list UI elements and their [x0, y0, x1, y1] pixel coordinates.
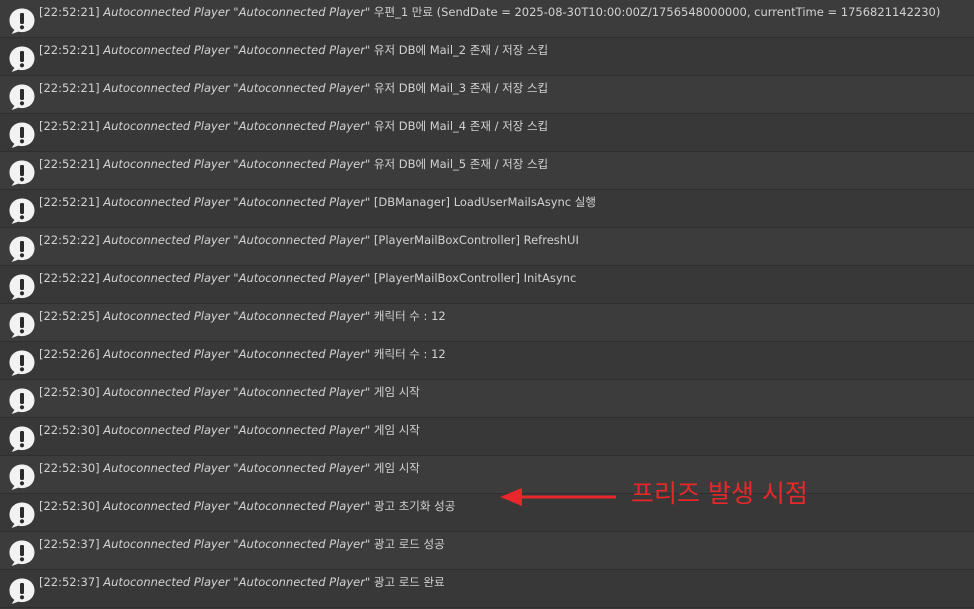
log-entry[interactable]: [22:52:22] Autoconnected Player "Autocon…: [0, 228, 974, 266]
log-entry-text: [22:52:30] Autoconnected Player "Autocon…: [39, 423, 970, 437]
log-entry[interactable]: [22:52:22] Autoconnected Player "Autocon…: [0, 266, 974, 304]
log-entry[interactable]: [22:52:25] Autoconnected Player "Autocon…: [0, 304, 974, 342]
info-speech-bubble-icon: [8, 273, 36, 301]
log-source: Autoconnected Player "Autoconnected Play…: [103, 461, 371, 475]
log-source: Autoconnected Player "Autoconnected Play…: [103, 195, 371, 209]
info-speech-bubble-icon: [8, 577, 36, 605]
log-message: 캐릭터 수 : 12: [373, 309, 446, 323]
info-speech-bubble-icon: [8, 83, 36, 111]
log-entry[interactable]: [22:52:21] Autoconnected Player "Autocon…: [0, 76, 974, 114]
log-source: Autoconnected Player "Autoconnected Play…: [103, 157, 371, 171]
log-timestamp: [22:52:26]: [39, 347, 100, 361]
log-source: Autoconnected Player "Autoconnected Play…: [103, 43, 371, 57]
log-message: 유저 DB에 Mail_3 존재 / 저장 스킵: [373, 81, 549, 95]
log-message: 유저 DB에 Mail_4 존재 / 저장 스킵: [373, 119, 549, 133]
info-speech-bubble-icon: [8, 349, 36, 377]
log-entry[interactable]: [22:52:21] Autoconnected Player "Autocon…: [0, 0, 974, 38]
log-source: Autoconnected Player "Autoconnected Play…: [103, 119, 371, 133]
log-timestamp: [22:52:25]: [39, 309, 100, 323]
log-entry-text: [22:52:37] Autoconnected Player "Autocon…: [39, 575, 970, 589]
log-source: Autoconnected Player "Autoconnected Play…: [103, 575, 371, 589]
log-timestamp: [22:52:21]: [39, 81, 100, 95]
log-source: Autoconnected Player "Autoconnected Play…: [103, 233, 371, 247]
log-message: [PlayerMailBoxController] InitAsync: [373, 271, 577, 285]
log-message: [PlayerMailBoxController] RefreshUI: [373, 233, 579, 247]
log-entry-text: [22:52:25] Autoconnected Player "Autocon…: [39, 309, 970, 323]
log-entry-text: [22:52:21] Autoconnected Player "Autocon…: [39, 157, 970, 171]
log-timestamp: [22:52:30]: [39, 385, 100, 399]
log-message: 캐릭터 수 : 12: [373, 347, 446, 361]
log-source: Autoconnected Player "Autoconnected Play…: [103, 81, 371, 95]
log-source: Autoconnected Player "Autoconnected Play…: [103, 499, 371, 513]
info-speech-bubble-icon: [8, 7, 36, 35]
info-speech-bubble-icon: [8, 539, 36, 567]
log-entry-text: [22:52:21] Autoconnected Player "Autocon…: [39, 119, 970, 133]
log-source: Autoconnected Player "Autoconnected Play…: [103, 309, 371, 323]
log-message: 게임 시작: [373, 385, 420, 399]
log-entry-text: [22:52:22] Autoconnected Player "Autocon…: [39, 271, 970, 285]
log-timestamp: [22:52:22]: [39, 271, 100, 285]
log-entry[interactable]: [22:52:26] Autoconnected Player "Autocon…: [0, 342, 974, 380]
log-entry[interactable]: [22:52:21] Autoconnected Player "Autocon…: [0, 114, 974, 152]
log-timestamp: [22:52:37]: [39, 575, 100, 589]
log-message: 게임 시작: [373, 461, 420, 475]
info-speech-bubble-icon: [8, 387, 36, 415]
log-source: Autoconnected Player "Autoconnected Play…: [103, 423, 371, 437]
log-source: Autoconnected Player "Autoconnected Play…: [103, 537, 371, 551]
info-speech-bubble-icon: [8, 159, 36, 187]
log-timestamp: [22:52:21]: [39, 5, 100, 19]
log-timestamp: [22:52:37]: [39, 537, 100, 551]
info-speech-bubble-icon: [8, 197, 36, 225]
log-entry-text: [22:52:21] Autoconnected Player "Autocon…: [39, 5, 970, 19]
info-speech-bubble-icon: [8, 463, 36, 491]
annotation-arrow-head: [500, 488, 522, 506]
log-entry[interactable]: [22:52:37] Autoconnected Player "Autocon…: [0, 570, 974, 608]
log-message: 광고 로드 성공: [373, 537, 445, 551]
log-entry[interactable]: [22:52:21] Autoconnected Player "Autocon…: [0, 38, 974, 76]
log-entry[interactable]: [22:52:37] Autoconnected Player "Autocon…: [0, 532, 974, 570]
log-source: Autoconnected Player "Autoconnected Play…: [103, 347, 371, 361]
log-source: Autoconnected Player "Autoconnected Play…: [103, 271, 371, 285]
log-timestamp: [22:52:21]: [39, 43, 100, 57]
log-timestamp: [22:52:30]: [39, 499, 100, 513]
log-entry-text: [22:52:30] Autoconnected Player "Autocon…: [39, 461, 970, 475]
log-timestamp: [22:52:30]: [39, 461, 100, 475]
log-timestamp: [22:52:21]: [39, 195, 100, 209]
info-speech-bubble-icon: [8, 45, 36, 73]
log-entry[interactable]: [22:52:21] Autoconnected Player "Autocon…: [0, 152, 974, 190]
log-entry-text: [22:52:22] Autoconnected Player "Autocon…: [39, 233, 970, 247]
log-timestamp: [22:52:30]: [39, 423, 100, 437]
info-speech-bubble-icon: [8, 425, 36, 453]
info-speech-bubble-icon: [8, 311, 36, 339]
log-entry[interactable]: [22:52:30] Autoconnected Player "Autocon…: [0, 380, 974, 418]
log-entry-text: [22:52:21] Autoconnected Player "Autocon…: [39, 195, 970, 209]
log-message: 우편_1 만료 (SendDate = 2025-08-30T10:00:00Z…: [373, 5, 941, 19]
log-message: 유저 DB에 Mail_2 존재 / 저장 스킵: [373, 43, 549, 57]
log-entry[interactable]: [22:52:21] Autoconnected Player "Autocon…: [0, 190, 974, 228]
annotation-label: 프리즈 발생 시점: [631, 479, 808, 508]
info-speech-bubble-icon: [8, 121, 36, 149]
log-timestamp: [22:52:21]: [39, 157, 100, 171]
info-speech-bubble-icon: [8, 235, 36, 263]
log-message: 광고 초기화 성공: [373, 499, 456, 513]
log-timestamp: [22:52:22]: [39, 233, 100, 247]
log-entry[interactable]: [22:52:30] Autoconnected Player "Autocon…: [0, 418, 974, 456]
log-entry-text: [22:52:37] Autoconnected Player "Autocon…: [39, 537, 970, 551]
log-message: 게임 시작: [373, 423, 420, 437]
log-entry-text: [22:52:30] Autoconnected Player "Autocon…: [39, 385, 970, 399]
log-message: [DBManager] LoadUserMailsAsync 실행: [373, 195, 596, 209]
log-message: 유저 DB에 Mail_5 존재 / 저장 스킵: [373, 157, 549, 171]
log-source: Autoconnected Player "Autoconnected Play…: [103, 5, 371, 19]
log-source: Autoconnected Player "Autoconnected Play…: [103, 385, 371, 399]
info-speech-bubble-icon: [8, 501, 36, 529]
log-entry-text: [22:52:21] Autoconnected Player "Autocon…: [39, 81, 970, 95]
log-entry-text: [22:52:26] Autoconnected Player "Autocon…: [39, 347, 970, 361]
log-entry-text: [22:52:21] Autoconnected Player "Autocon…: [39, 43, 970, 57]
log-timestamp: [22:52:21]: [39, 119, 100, 133]
log-message: 광고 로드 완료: [373, 575, 445, 589]
